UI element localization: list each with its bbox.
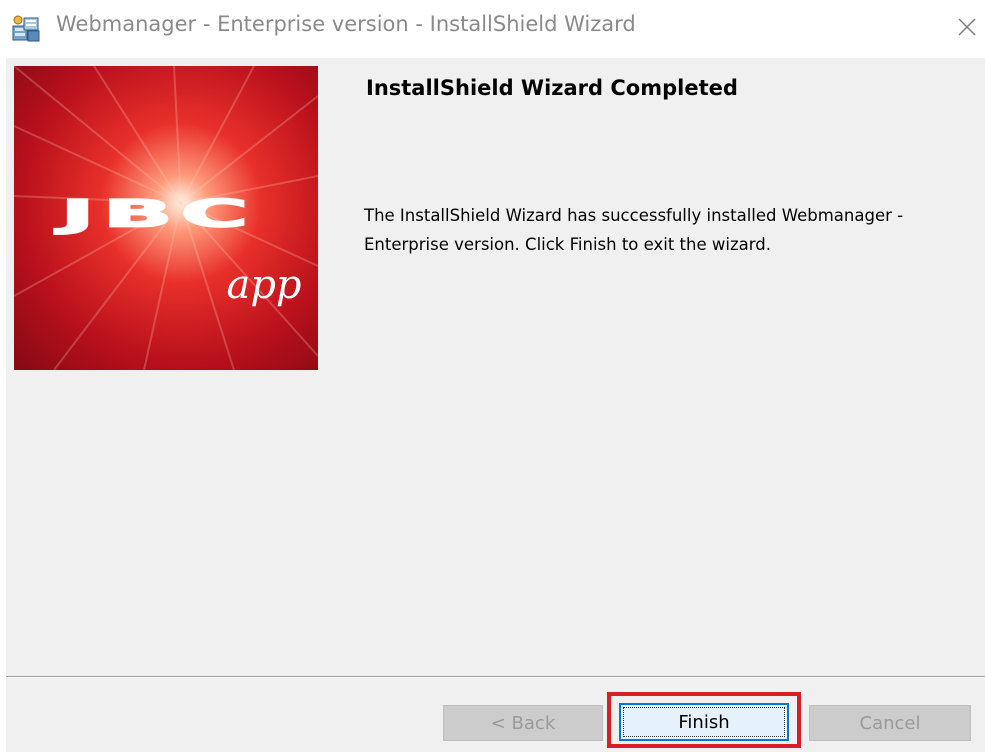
- title-bar: Webmanager - Enterprise version - Instal…: [0, 0, 985, 58]
- wizard-content: JBC app InstallShield Wizard Completed T…: [6, 58, 985, 676]
- window-title: Webmanager - Enterprise version - Instal…: [56, 12, 636, 36]
- banner-app-text: app: [226, 262, 301, 308]
- jbc-app-banner: JBC app: [14, 66, 318, 370]
- back-button[interactable]: < Back: [443, 705, 603, 741]
- cancel-button[interactable]: Cancel: [809, 705, 971, 741]
- focus-rectangle: [623, 707, 785, 737]
- banner-logo-text: JBC: [55, 192, 256, 236]
- installer-package-icon: [12, 15, 40, 42]
- finish-button[interactable]: Finish: [619, 703, 789, 741]
- completion-message: The InstallShield Wizard has successfull…: [364, 206, 904, 254]
- close-icon[interactable]: [954, 14, 980, 40]
- page-title: InstallShield Wizard Completed: [366, 76, 738, 100]
